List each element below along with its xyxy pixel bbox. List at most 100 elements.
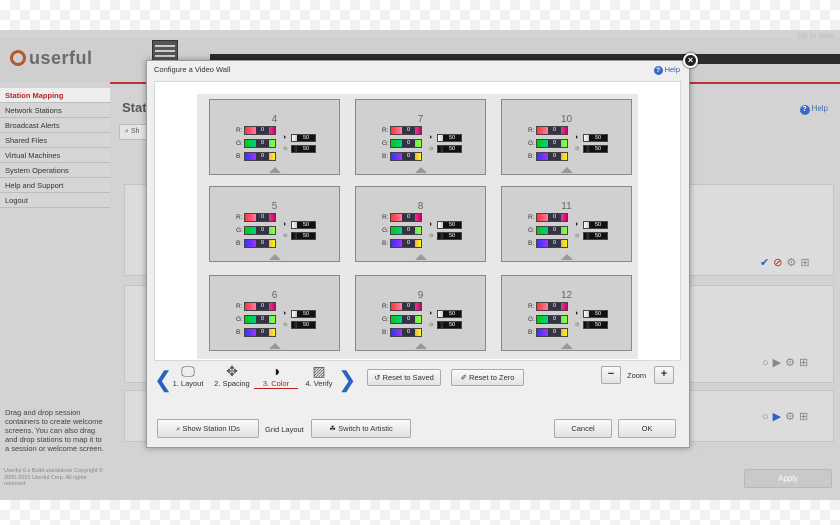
brightness-slider[interactable]: 50: [583, 309, 608, 318]
gear-icon[interactable]: ⚙: [786, 256, 796, 269]
brightness-slider[interactable]: 50: [291, 309, 316, 318]
step-layout[interactable]: 🖵 1. Layout: [169, 363, 207, 388]
up-arrow-icon[interactable]: [269, 343, 281, 349]
up-arrow-icon[interactable]: [415, 343, 427, 349]
brightness-slider[interactable]: 50: [583, 220, 608, 229]
up-arrow-icon[interactable]: [561, 343, 573, 349]
network-icon[interactable]: ⊞: [800, 256, 809, 269]
g-slider[interactable]: 0: [390, 226, 422, 235]
check-circle-icon[interactable]: ✔: [760, 256, 769, 269]
switch-to-artistic-button[interactable]: ☘ Switch to Artistic: [311, 419, 411, 438]
g-slider[interactable]: 0: [536, 139, 568, 148]
brightness-slider[interactable]: 50: [437, 220, 462, 229]
r-slider[interactable]: 0: [390, 302, 422, 311]
display-screen[interactable]: 9 R: 0 G: 0 B: 0 ◑ 50 ☼ 50: [355, 275, 486, 351]
radio-icon[interactable]: ○: [762, 411, 769, 423]
brightness-slider[interactable]: 50: [583, 133, 608, 142]
b-slider[interactable]: 0: [536, 239, 568, 248]
up-arrow-icon[interactable]: [269, 254, 281, 260]
sidebar-item-virtual-machines[interactable]: Virtual Machines: [0, 148, 110, 163]
brightness-slider[interactable]: 50: [291, 220, 316, 229]
r-slider[interactable]: 0: [244, 213, 276, 222]
no-display-icon[interactable]: ⊘: [773, 256, 782, 269]
sidebar-item-station-mapping[interactable]: Station Mapping: [0, 88, 110, 103]
gear-icon[interactable]: ⚙: [785, 410, 795, 423]
contrast-slider[interactable]: 50: [437, 231, 462, 240]
display-screen[interactable]: 7 R: 0 G: 0 B: 0 ◑ 50 ☼ 50: [355, 99, 486, 175]
step-color[interactable]: ◑ 3. Color: [254, 363, 298, 389]
b-slider[interactable]: 0: [390, 152, 422, 161]
network-icon[interactable]: ⊞: [799, 410, 808, 423]
b-slider[interactable]: 0: [244, 152, 276, 161]
step-verify[interactable]: ▨ 4. Verify: [302, 363, 336, 388]
close-icon[interactable]: ×: [683, 53, 698, 68]
show-station-ids-button[interactable]: ⌕ Show Station IDs: [157, 419, 259, 438]
brightness-slider[interactable]: 50: [437, 133, 462, 142]
gear-icon[interactable]: ⚙: [785, 356, 795, 369]
sidebar-item-broadcast-alerts[interactable]: Broadcast Alerts: [0, 118, 110, 133]
display-screen[interactable]: 6 R: 0 G: 0 B: 0 ◑ 50 ☼ 50: [209, 275, 340, 351]
r-slider[interactable]: 0: [244, 302, 276, 311]
display-screen[interactable]: 10 R: 0 G: 0 B: 0 ◑ 50 ☼ 50: [501, 99, 632, 175]
dialog-help-link[interactable]: ? Help: [653, 65, 680, 75]
brightness-slider[interactable]: 50: [291, 133, 316, 142]
b-slider[interactable]: 0: [244, 239, 276, 248]
r-slider[interactable]: 0: [244, 126, 276, 135]
up-arrow-icon[interactable]: [561, 254, 573, 260]
next-step-icon[interactable]: ❯: [338, 369, 356, 391]
radio-icon[interactable]: ○: [762, 357, 769, 369]
zoom-in-button[interactable]: +: [654, 366, 674, 384]
apply-button[interactable]: Apply: [744, 469, 832, 488]
r-slider[interactable]: 0: [536, 213, 568, 222]
cancel-button[interactable]: Cancel: [554, 419, 612, 438]
up-arrow-icon[interactable]: [415, 254, 427, 260]
r-slider[interactable]: 0: [390, 213, 422, 222]
r-slider[interactable]: 0: [536, 126, 568, 135]
sidebar-item-shared-files[interactable]: Shared Files: [0, 133, 110, 148]
reset-to-saved-button[interactable]: ↺ Reset to Saved: [367, 369, 441, 386]
r-slider[interactable]: 0: [536, 302, 568, 311]
contrast-slider[interactable]: 50: [437, 320, 462, 329]
b-slider[interactable]: 0: [536, 152, 568, 161]
network-icon[interactable]: ⊞: [799, 356, 808, 369]
play-icon[interactable]: ▶: [773, 356, 781, 369]
contrast-slider[interactable]: 50: [291, 231, 316, 240]
ok-button[interactable]: OK: [618, 419, 676, 438]
step-spacing[interactable]: ✥ 2. Spacing: [212, 363, 252, 388]
contrast-slider[interactable]: 50: [291, 320, 316, 329]
g-slider[interactable]: 0: [536, 315, 568, 324]
reset-to-zero-button[interactable]: ✐ Reset to Zero: [451, 369, 524, 386]
sidebar-item-system-operations[interactable]: System Operations: [0, 163, 110, 178]
g-slider[interactable]: 0: [390, 139, 422, 148]
b-slider[interactable]: 0: [536, 328, 568, 337]
play-icon[interactable]: ▶: [773, 410, 781, 423]
up-arrow-icon[interactable]: [269, 167, 281, 173]
brightness-slider[interactable]: 50: [437, 309, 462, 318]
up-arrow-icon[interactable]: [415, 167, 427, 173]
sidebar-item-logout[interactable]: Logout: [0, 193, 110, 208]
display-screen[interactable]: 8 R: 0 G: 0 B: 0 ◑ 50 ☼ 50: [355, 186, 486, 262]
g-slider[interactable]: 0: [244, 139, 276, 148]
sidebar-item-help-and-support[interactable]: Help and Support: [0, 178, 110, 193]
display-screen[interactable]: 4 R: 0 G: 0 B: 0 ◑ 50 ☼ 50: [209, 99, 340, 175]
b-slider[interactable]: 0: [244, 328, 276, 337]
r-slider[interactable]: 0: [390, 126, 422, 135]
sidebar-item-network-stations[interactable]: Network Stations: [0, 103, 110, 118]
g-slider[interactable]: 0: [390, 315, 422, 324]
display-screen[interactable]: 11 R: 0 G: 0 B: 0 ◑ 50 ☼ 50: [501, 186, 632, 262]
zoom-out-button[interactable]: −: [601, 366, 621, 384]
display-screen[interactable]: 5 R: 0 G: 0 B: 0 ◑ 50 ☼ 50: [209, 186, 340, 262]
b-slider[interactable]: 0: [390, 239, 422, 248]
contrast-slider[interactable]: 50: [583, 320, 608, 329]
up-arrow-icon[interactable]: [561, 167, 573, 173]
contrast-slider[interactable]: 50: [583, 231, 608, 240]
contrast-slider[interactable]: 50: [583, 144, 608, 153]
page-help-link[interactable]: ? Help: [799, 104, 828, 115]
contrast-slider[interactable]: 50: [437, 144, 462, 153]
contrast-slider[interactable]: 50: [291, 144, 316, 153]
g-slider[interactable]: 0: [244, 315, 276, 324]
b-slider[interactable]: 0: [390, 328, 422, 337]
g-slider[interactable]: 0: [536, 226, 568, 235]
g-slider[interactable]: 0: [244, 226, 276, 235]
display-screen[interactable]: 12 R: 0 G: 0 B: 0 ◑ 50 ☼ 50: [501, 275, 632, 351]
